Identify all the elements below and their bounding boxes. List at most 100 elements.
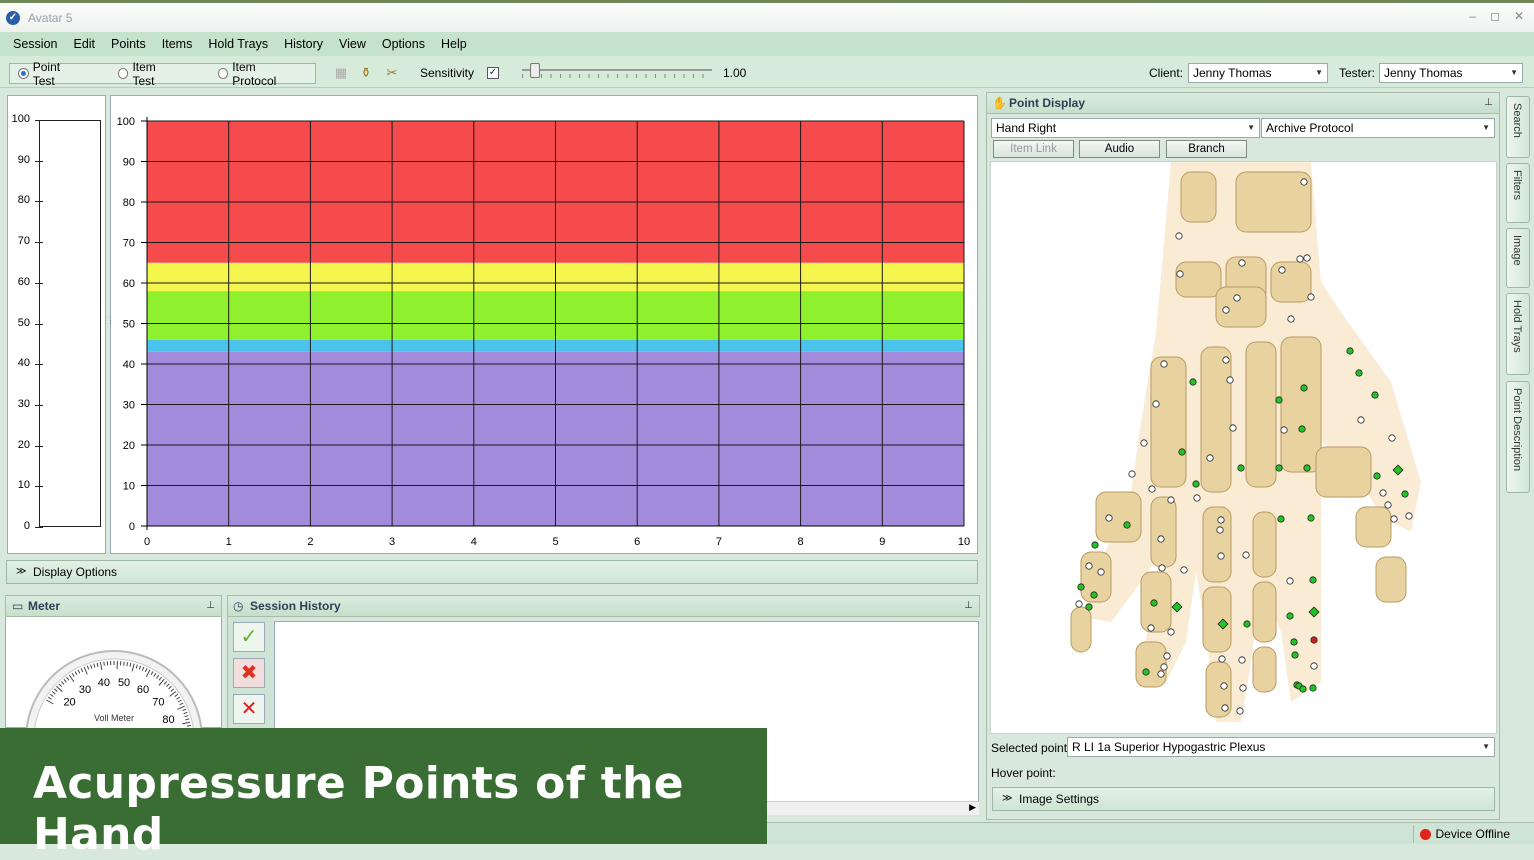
menu-points[interactable]: Points: [103, 37, 154, 51]
acupoint-marker: [1194, 495, 1200, 501]
protocol-select[interactable]: Archive Protocol▼: [1261, 118, 1495, 138]
acupoint-marker: [1308, 294, 1314, 300]
item-test-radio[interactable]: Item Test: [118, 60, 180, 88]
hand-bone: [1271, 262, 1311, 302]
acupoint-marker: [1161, 361, 1167, 367]
minimize-icon[interactable]: –: [1469, 9, 1476, 23]
gauge-label: 60: [137, 684, 149, 696]
gauge-tick: [104, 662, 105, 666]
hand-bone: [1316, 447, 1371, 497]
menu-help[interactable]: Help: [433, 37, 475, 51]
pin-icon[interactable]: ⊥: [206, 596, 215, 616]
tester-select[interactable]: Jenny Thomas▼: [1379, 63, 1523, 83]
menu-options[interactable]: Options: [374, 37, 433, 51]
acupoint-marker: [1207, 455, 1213, 461]
acupoint-marker: [1244, 621, 1250, 627]
acupoint-marker: [1158, 671, 1164, 677]
branch-button[interactable]: Branch: [1166, 140, 1247, 158]
tools-icon[interactable]: ✂: [384, 65, 400, 81]
image-settings-bar[interactable]: ≫ Image Settings: [992, 787, 1495, 811]
tab-point-description[interactable]: Point Description: [1506, 381, 1530, 493]
history-scrollbar[interactable]: ▶: [767, 801, 979, 815]
meter-scale-tick: [35, 364, 43, 365]
close-icon[interactable]: ✕: [1514, 9, 1524, 23]
acupoint-marker: [1193, 481, 1199, 487]
chevron-down-icon: ▼: [1315, 64, 1323, 82]
selected-point-select[interactable]: R LI 1a Superior Hypogastric Plexus▼: [1067, 737, 1495, 757]
tray-icon[interactable]: ⚱: [358, 65, 374, 81]
menu-session[interactable]: Session: [5, 37, 65, 51]
selected-point-label: Selected point:: [991, 741, 1070, 755]
meter-scale-tick: [35, 201, 43, 202]
item-link-button[interactable]: Item Link: [993, 140, 1074, 158]
acupoint-marker: [1076, 601, 1082, 607]
meter-scale-label: 80: [8, 194, 30, 206]
meter-scale-tick: [35, 527, 43, 528]
scroll-right-icon[interactable]: ▶: [969, 802, 976, 813]
hand-bone: [1216, 287, 1266, 327]
chevron-down-icon: ▼: [1510, 64, 1518, 82]
maximize-icon[interactable]: ◻: [1490, 9, 1500, 23]
tab-image-label: Image: [1511, 235, 1523, 266]
item-protocol-radio[interactable]: Item Protocol: [218, 60, 301, 88]
menu-edit[interactable]: Edit: [65, 37, 103, 51]
accept-check-icon[interactable]: ✓: [233, 622, 265, 652]
tab-image[interactable]: Image: [1506, 228, 1530, 288]
tab-hold-trays[interactable]: Hold Trays: [1506, 293, 1530, 375]
client-select[interactable]: Jenny Thomas ▼: [1188, 63, 1328, 83]
item-test-label: Item Test: [132, 60, 179, 88]
y-tick-label: 100: [117, 116, 135, 128]
acupoint-marker: [1234, 295, 1240, 301]
acupoint-marker: [1124, 522, 1130, 528]
meter-scale-tick: [35, 242, 43, 243]
menu-history[interactable]: History: [276, 37, 331, 51]
point-test-radio[interactable]: Point Test: [18, 60, 84, 88]
acupoint-marker: [1243, 552, 1249, 558]
delete-x-icon[interactable]: ✕: [233, 694, 265, 724]
pin-icon[interactable]: ⊥: [1484, 93, 1493, 113]
splitter-grip[interactable]: ⋮: [106, 315, 115, 326]
gauge-label: 40: [98, 677, 110, 689]
pin-icon[interactable]: ⊥: [964, 596, 973, 616]
menu-items[interactable]: Items: [154, 37, 201, 51]
copy-icon[interactable]: ▦: [333, 65, 349, 81]
tab-filters[interactable]: Filters: [1506, 163, 1530, 223]
meter-scale-tick: [35, 161, 43, 162]
acupoint-marker: [1217, 527, 1223, 533]
menu-view[interactable]: View: [331, 37, 374, 51]
slider-thumb[interactable]: [530, 63, 540, 78]
meter-panel: 20304050607080Voll Meter: [5, 617, 222, 728]
client-value: Jenny Thomas: [1193, 66, 1272, 80]
hand-bone: [1253, 582, 1276, 642]
display-options-bar[interactable]: ≫ Display Options: [6, 560, 978, 584]
y-tick-label: 40: [123, 359, 135, 371]
reading-chart: 1009080706050403020100012345678910: [111, 96, 977, 553]
hand-skeleton-image[interactable]: [991, 162, 1497, 734]
acupoint-marker: [1179, 449, 1185, 455]
hand-bone: [1151, 357, 1186, 487]
acupoint-marker: [1190, 379, 1196, 385]
meter-scale-tick: [35, 283, 43, 284]
status-bar: Device Offline: [767, 822, 1534, 844]
menu-hold-trays[interactable]: Hold Trays: [200, 37, 276, 51]
body-region-select[interactable]: Hand Right▼: [991, 118, 1260, 138]
sensitivity-checkbox[interactable]: ✓: [487, 67, 499, 79]
sensitivity-slider[interactable]: [522, 63, 712, 79]
sensitivity-value: 1.00: [723, 66, 746, 80]
monitor-icon: ▭: [12, 596, 23, 616]
acupoint-marker: [1239, 657, 1245, 663]
reject-all-icon[interactable]: ✖: [233, 658, 265, 688]
meter-title: Meter: [28, 599, 60, 613]
x-tick-label: 7: [716, 536, 722, 548]
audio-button[interactable]: Audio: [1079, 140, 1160, 158]
tab-search[interactable]: Search: [1506, 96, 1530, 158]
acupoint-marker: [1177, 271, 1183, 277]
item-protocol-label: Item Protocol: [232, 60, 301, 88]
acupoint-marker: [1222, 705, 1228, 711]
acupoint-marker: [1091, 592, 1097, 598]
acupoint-marker: [1299, 426, 1305, 432]
x-tick-label: 5: [552, 536, 558, 548]
meter-scale-label: 100: [8, 113, 30, 125]
acupoint-marker: [1291, 639, 1297, 645]
acupoint-marker: [1098, 569, 1104, 575]
